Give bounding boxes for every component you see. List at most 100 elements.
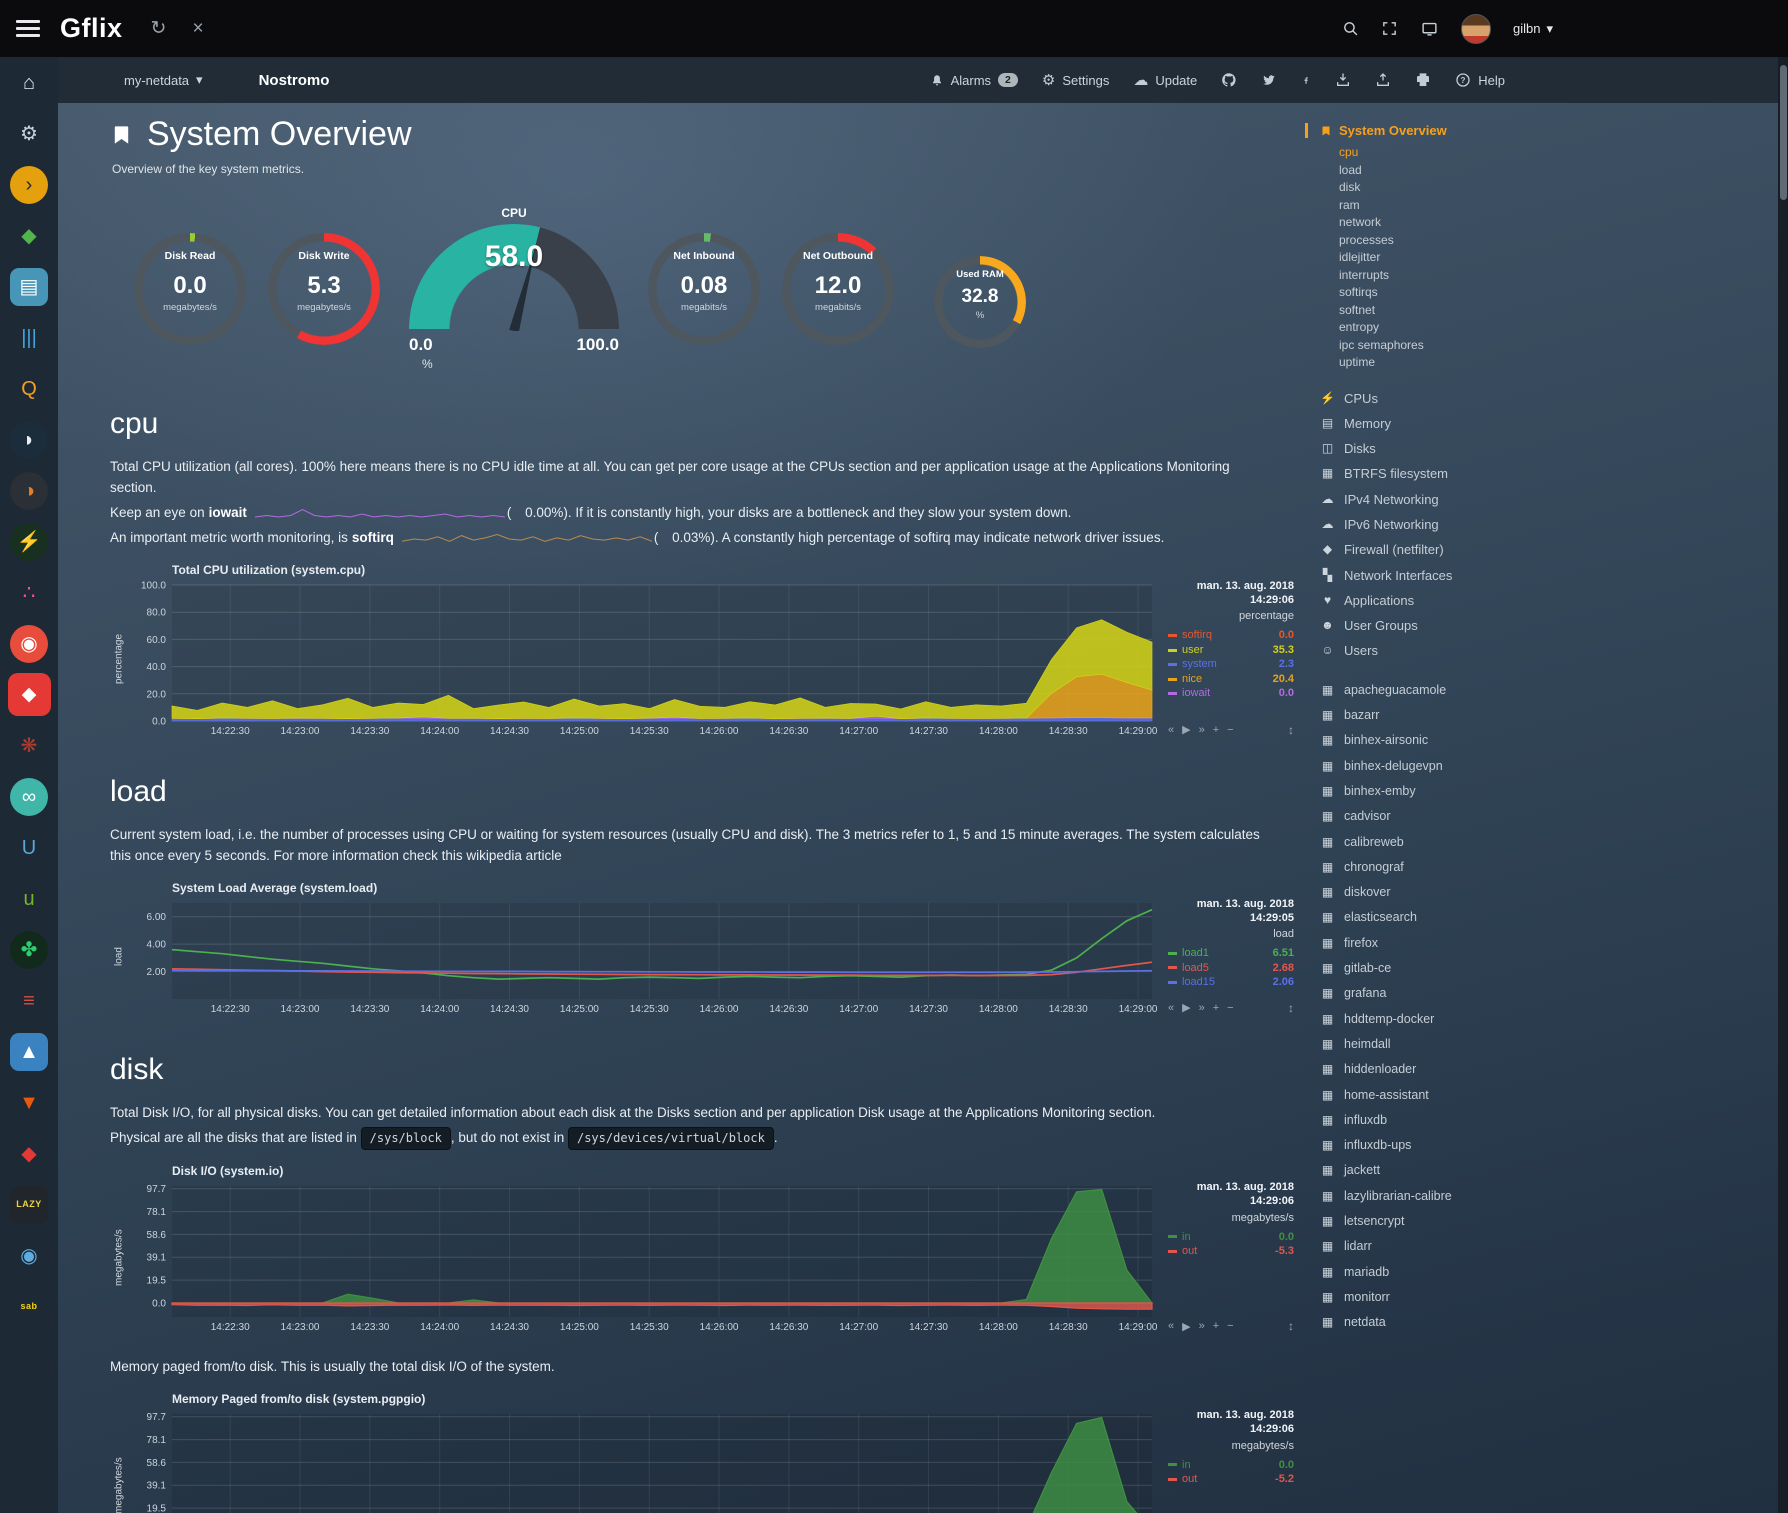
nav-section-users[interactable]: ☺ Users	[1320, 638, 1545, 663]
legend-row-iowait[interactable]: iowait0.0	[1168, 686, 1294, 701]
nav-section-ipv6[interactable]: ☁ IPv6 Networking	[1320, 512, 1545, 537]
sidebar-app-sabnzbd[interactable]: sab	[0, 1281, 58, 1332]
chart-zoom-out[interactable]: −	[1227, 1320, 1233, 1333]
legend-row-user[interactable]: user35.3	[1168, 643, 1294, 658]
system-cpu-chart[interactable]: 100.080.060.040.020.00.014:22:3014:23:00…	[128, 579, 1158, 739]
nav-app-heimdall[interactable]: ▦ heimdall	[1320, 1032, 1545, 1057]
nav-app-jackett[interactable]: ▦ jackett	[1320, 1158, 1545, 1183]
chart-zoom-out[interactable]: −	[1227, 1001, 1233, 1014]
legend-row-out[interactable]: out-5.2	[1168, 1472, 1294, 1487]
nav-app-letsencrypt[interactable]: ▦ letsencrypt	[1320, 1209, 1545, 1234]
chart-resize-handle[interactable]: ↕	[1288, 723, 1294, 737]
nav-app-mariadb[interactable]: ▦ mariadb	[1320, 1260, 1545, 1285]
chart-pan-right[interactable]: »	[1199, 1320, 1205, 1333]
nav-section-memory[interactable]: ▤ Memory	[1320, 411, 1545, 436]
nav-sub-entropy[interactable]: entropy	[1320, 319, 1545, 337]
legend-row-load15[interactable]: load152.06	[1168, 975, 1294, 990]
sidebar-app-shield-app[interactable]: ◆	[0, 1128, 58, 1179]
user-menu[interactable]: gilbn ▾	[1513, 21, 1553, 37]
legend-row-load5[interactable]: load52.68	[1168, 961, 1294, 976]
nav-app-firefox[interactable]: ▦ firefox	[1320, 931, 1545, 956]
nav-section-applications[interactable]: ♥ Applications	[1320, 588, 1545, 613]
nav-system-overview[interactable]: System Overview	[1305, 123, 1545, 138]
chart-pan-left[interactable]: «	[1168, 1001, 1174, 1014]
sidebar-app-settings-gear[interactable]: ⚙	[0, 108, 58, 159]
chart-zoom-out[interactable]: −	[1227, 723, 1233, 736]
nav-sub-softirqs[interactable]: softirqs	[1320, 284, 1545, 302]
sidebar-app-stack-app[interactable]: ▤	[0, 261, 58, 312]
nav-app-netdata[interactable]: ▦ netdata	[1320, 1310, 1545, 1335]
sidebar-app-gitlab[interactable]: ▼	[0, 1077, 58, 1128]
chart-play[interactable]: ▶	[1182, 723, 1190, 736]
nav-sub-disk[interactable]: disk	[1320, 179, 1545, 197]
legend-row-load1[interactable]: load16.51	[1168, 946, 1294, 961]
nav-sub-interrupts[interactable]: interrupts	[1320, 267, 1545, 285]
nav-section-interfaces[interactable]: ▚ Network Interfaces	[1320, 563, 1545, 588]
export-button[interactable]	[1375, 72, 1391, 88]
legend-row-softirq[interactable]: softirq0.0	[1168, 628, 1294, 643]
sidebar-app-bolt-app[interactable]: ⚡	[0, 516, 58, 567]
sidebar-app-airsonic[interactable]: |||	[0, 312, 58, 363]
nav-app-diskover[interactable]: ▦ diskover	[1320, 880, 1545, 905]
sidebar-app-jackett-search[interactable]: Q	[0, 363, 58, 414]
chart-pan-left[interactable]: «	[1168, 723, 1174, 736]
sidebar-app-green-leaf-app[interactable]: ✤	[0, 924, 58, 975]
nav-section-ipv4[interactable]: ☁ IPv4 Networking	[1320, 487, 1545, 512]
chart-play[interactable]: ▶	[1182, 1320, 1190, 1333]
facebook-link[interactable]	[1301, 72, 1311, 88]
scrollbar-thumb[interactable]	[1780, 65, 1787, 200]
nav-sub-network[interactable]: network	[1320, 214, 1545, 232]
nav-app-lidarr[interactable]: ▦ lidarr	[1320, 1234, 1545, 1259]
nav-sub-cpu[interactable]: cpu	[1320, 144, 1545, 162]
sidebar-app-flower-app[interactable]: ❋	[0, 720, 58, 771]
nav-sub-idlejitter[interactable]: idlejitter	[1320, 249, 1545, 267]
nav-app-calibreweb[interactable]: ▦ calibreweb	[1320, 830, 1545, 855]
sidebar-app-u-blue-app[interactable]: U	[0, 822, 58, 873]
nav-app-influxdb-ups[interactable]: ▦ influxdb-ups	[1320, 1133, 1545, 1158]
sidebar-app-droplet-app[interactable]: ◉	[0, 1230, 58, 1281]
user-avatar[interactable]	[1461, 14, 1491, 44]
nav-app-home-assistant[interactable]: ▦ home-assistant	[1320, 1083, 1545, 1108]
alarms-button[interactable]: Alarms 2	[930, 73, 1018, 88]
sidebar-app-half-orange-app[interactable]: ◑	[0, 465, 58, 516]
import-button[interactable]	[1335, 72, 1351, 88]
sidebar-app-red-dot-app[interactable]: ◉	[0, 618, 58, 669]
nav-app-monitorr[interactable]: ▦ monitorr	[1320, 1285, 1545, 1310]
nav-app-bazarr[interactable]: ▦ bazarr	[1320, 703, 1545, 728]
nav-sub-ipc-semaphores[interactable]: ipc semaphores	[1320, 337, 1545, 355]
nav-app-binhex-airsonic[interactable]: ▦ binhex-airsonic	[1320, 728, 1545, 753]
close-icon[interactable]: ×	[192, 19, 203, 38]
nav-app-influxdb[interactable]: ▦ influxdb	[1320, 1108, 1545, 1133]
system-io-chart[interactable]: 97.778.158.639.119.50.014:22:3014:23:001…	[128, 1180, 1158, 1335]
sidebar-app-active-shield-app[interactable]: ◆	[0, 669, 58, 720]
print-button[interactable]	[1415, 72, 1431, 88]
scrollbar[interactable]	[1778, 57, 1788, 1513]
system-load-chart[interactable]: 6.004.002.0014:22:3014:23:0014:23:3014:2…	[128, 897, 1158, 1017]
chart-zoom-in[interactable]: +	[1213, 1001, 1219, 1014]
sidebar-app-u-green-app[interactable]: u	[0, 873, 58, 924]
legend-row-in[interactable]: in0.0	[1168, 1458, 1294, 1473]
sidebar-app-photo-app[interactable]: ▲	[0, 1026, 58, 1077]
sidebar-app-home[interactable]: ⌂	[0, 57, 58, 108]
twitter-link[interactable]	[1261, 73, 1277, 87]
system-pgpgio-chart[interactable]: 97.778.158.639.119.50.014:22:3014:23:001…	[128, 1408, 1158, 1513]
sidebar-app-lazylibrarian[interactable]: LAZY	[0, 1179, 58, 1230]
legend-row-nice[interactable]: nice20.4	[1168, 672, 1294, 687]
chart-resize-handle[interactable]: ↕	[1288, 1001, 1294, 1015]
nav-app-grafana[interactable]: ▦ grafana	[1320, 981, 1545, 1006]
search-icon[interactable]	[1342, 20, 1359, 37]
chart-zoom-in[interactable]: +	[1213, 723, 1219, 736]
nav-app-binhex-emby[interactable]: ▦ binhex-emby	[1320, 779, 1545, 804]
github-link[interactable]	[1221, 72, 1237, 88]
sidebar-app-resilio-sync[interactable]: ∞	[0, 771, 58, 822]
menu-toggle-icon[interactable]	[16, 20, 40, 37]
nav-section-user-groups[interactable]: ☻ User Groups	[1320, 613, 1545, 638]
chart-pan-right[interactable]: »	[1199, 723, 1205, 736]
nav-app-hddtemp-docker[interactable]: ▦ hddtemp-docker	[1320, 1007, 1545, 1032]
nav-app-gitlab-ce[interactable]: ▦ gitlab-ce	[1320, 956, 1545, 981]
legend-row-system[interactable]: system2.3	[1168, 657, 1294, 672]
nav-app-lazylibrarian-calibre[interactable]: ▦ lazylibrarian-calibre	[1320, 1184, 1545, 1209]
nav-section-disks[interactable]: ◫ Disks	[1320, 436, 1545, 461]
legend-row-out[interactable]: out-5.3	[1168, 1244, 1294, 1259]
sidebar-app-emby[interactable]: ◆	[0, 210, 58, 261]
